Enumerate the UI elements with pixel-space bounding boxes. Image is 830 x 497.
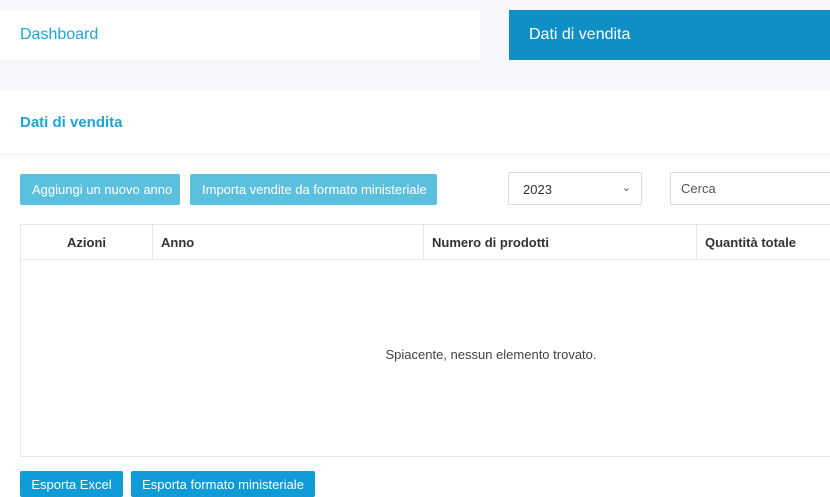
column-header-azioni[interactable]: Azioni [21, 225, 153, 259]
empty-table-message: Spiacente, nessun elemento trovato. [385, 347, 597, 362]
chevron-down-icon: ⌄ [621, 182, 631, 194]
year-select[interactable]: 2023 ⌄ [508, 172, 642, 205]
table-header: Azioni Anno Numero di prodotti Quantità … [21, 225, 830, 260]
tab-dashboard[interactable]: Dashboard [0, 10, 480, 60]
column-header-quantita-totale[interactable]: Quantità totale [697, 225, 830, 259]
year-select-value: 2023 [523, 182, 552, 197]
column-header-numero-prodotti[interactable]: Numero di prodotti [424, 225, 697, 259]
tab-dati-di-vendita-label: Dati di vendita [529, 26, 631, 43]
tab-dati-di-vendita[interactable]: Dati di vendita [509, 10, 830, 60]
add-year-button[interactable]: Aggiungi un nuovo anno [20, 174, 180, 205]
tab-dashboard-label: Dashboard [20, 26, 99, 43]
column-header-anno[interactable]: Anno [153, 225, 424, 259]
export-excel-button[interactable]: Esporta Excel [20, 471, 123, 497]
sales-table: Azioni Anno Numero di prodotti Quantità … [20, 224, 830, 457]
page-title: Dati di vendita [20, 114, 123, 131]
import-sales-button[interactable]: Importa vendite da formato ministeriale [190, 174, 437, 205]
title-divider [0, 154, 830, 155]
search-input[interactable] [670, 172, 830, 205]
export-ministeriale-button[interactable]: Esporta formato ministeriale [131, 471, 315, 497]
